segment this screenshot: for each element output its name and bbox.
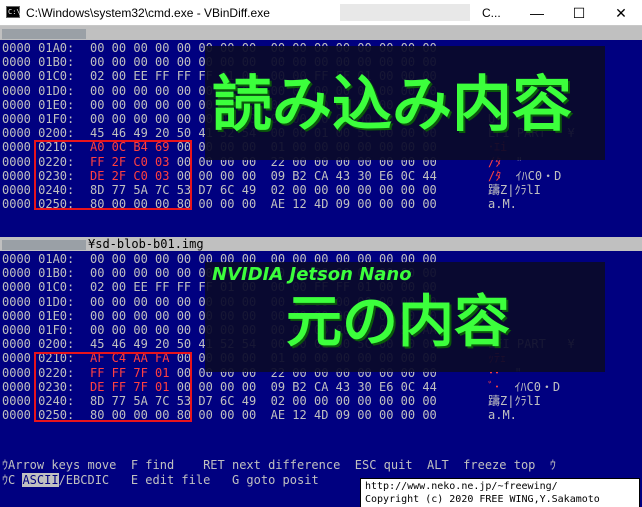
top-overlay-title: 読み込み内容: [212, 70, 572, 140]
ascii-mode-indicator[interactable]: ASCII: [22, 473, 59, 487]
row-offset: 0000 01A0:: [2, 252, 75, 266]
title-redacted: [340, 4, 470, 21]
help-prefix: ｳC: [2, 473, 23, 487]
help-line-1: ｳArrow keys move F find RET next differe…: [2, 458, 556, 472]
diff-ascii: ﾞ･: [488, 379, 501, 394]
bottom-file-header: ¥sd-blob-b01.img: [0, 237, 642, 251]
redacted-path: [2, 28, 86, 39]
bottom-file-label: ¥sd-blob-b01.img: [88, 237, 204, 251]
close-button[interactable]: ✕: [600, 0, 642, 26]
top-diff-box: [34, 140, 192, 210]
row-ascii-rest: ｲﾊC0・D: [501, 168, 562, 183]
help-rest: /EBCDIC E edit file G goto posit: [58, 473, 319, 487]
redacted-path: [2, 239, 86, 250]
bottom-diff-box: [34, 352, 192, 422]
same-bytes[interactable]: 00 00 00 00 09 B2 CA 43 30 E6 0C 44: [169, 380, 437, 394]
bottom-overlay-subtitle: NVIDIA Jetson Nano: [212, 264, 412, 285]
row-offset: 0000 01F0:: [2, 112, 75, 126]
row-ascii: /ﾀ ｲﾊC0・D: [488, 169, 561, 183]
minimize-button[interactable]: —: [516, 0, 558, 26]
row-offset: 0000 01D0:: [2, 294, 75, 309]
row-offset: 0000 0200:: [2, 337, 75, 352]
row-ascii: 躊Z|ｸﾗlI: [488, 394, 541, 408]
row-offset: 0000 01E0:: [2, 97, 75, 112]
row-offset: 0000 01C0:: [2, 69, 75, 84]
row-offset: 0000 01E0:: [2, 308, 75, 323]
row-offset: 0000 01B0:: [2, 266, 75, 281]
row-ascii: a.M.: [488, 408, 517, 423]
row-ascii: 躊Z|ｸﾗlI: [488, 183, 541, 197]
maximize-button[interactable]: ☐: [558, 0, 600, 26]
row-offset: 0000 01A0:: [2, 41, 75, 55]
copyright-box: http://www.neko.ne.jp/~freewing/ Copyrig…: [360, 478, 640, 507]
window-titlebar: C:\ C:\Windows\system32\cmd.exe - VBinDi…: [0, 0, 642, 26]
copyright-url: http://www.neko.ne.jp/~freewing/: [365, 481, 558, 492]
row-ascii-rest: ｲﾊC0・D: [500, 379, 561, 394]
row-offset: 0000 0200:: [2, 126, 75, 141]
row-offset: 0000 01D0:: [2, 83, 75, 98]
panel-divider-ruler: [0, 441, 642, 449]
window-title-tail: C...: [482, 6, 501, 20]
window-title: C:\Windows\system32\cmd.exe - VBinDiff.e…: [26, 6, 270, 20]
row-ascii: ﾞ･ ｲﾊC0・D: [488, 380, 560, 394]
row-offset: 0000 01B0:: [2, 55, 75, 70]
top-file-header: [0, 26, 642, 40]
row-offset: 0000 01F0:: [2, 323, 75, 337]
help-line-2: ｳC ASCII/EBCDIC E edit file G goto posit: [2, 473, 319, 487]
console-area[interactable]: 0000 01A0:00 00 00 00 00 00 00 00 00 00 …: [0, 26, 642, 507]
diff-ascii: /ﾀ: [488, 168, 502, 183]
row-offset: 0000 01C0:: [2, 280, 75, 295]
bottom-overlay-title: 元の内容: [286, 290, 510, 355]
copyright-text: Copyright (c) 2020 FREE WING,Y.Sakamoto: [365, 494, 600, 505]
row-ascii: a.M.: [488, 197, 517, 212]
same-bytes[interactable]: 00 00 00 00 09 B2 CA 43 30 E6 0C 44: [169, 169, 437, 183]
cmd-icon: C:\: [6, 6, 21, 18]
